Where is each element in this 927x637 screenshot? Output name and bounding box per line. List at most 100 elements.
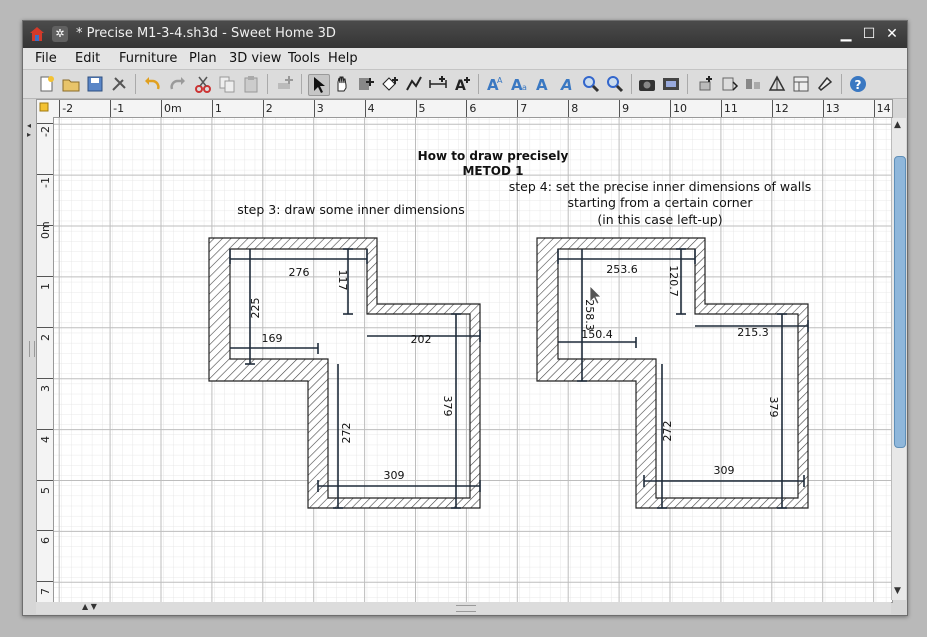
- ruler-tick: [670, 100, 671, 117]
- zoom-out-icon[interactable]: [605, 74, 625, 94]
- create-walls-icon[interactable]: [356, 74, 376, 94]
- left-dim-272[interactable]: 272: [340, 423, 353, 444]
- maximize-icon[interactable]: ☐: [860, 26, 878, 43]
- bottom-split-divider[interactable]: ▲ ▼: [36, 602, 891, 614]
- increase-text-size-icon[interactable]: AA: [485, 74, 505, 94]
- plan-view[interactable]: -2 -1 0m 1 2 3 4 5 6 7 8 9 10 11 12 13 14 -2 -1 0m 1 2 3 4 5 6 7 …: [36, 99, 893, 603]
- ruler-label: 2: [39, 333, 52, 341]
- right-dim-272[interactable]: 272: [661, 421, 674, 442]
- import-texture-icon[interactable]: [719, 74, 739, 94]
- undo-icon[interactable]: [143, 74, 163, 94]
- ruler-label: -1: [39, 177, 52, 189]
- minimize-icon[interactable]: ▁: [837, 26, 855, 43]
- left-dim-276[interactable]: 276: [289, 266, 310, 279]
- import-furniture-icon[interactable]: [695, 74, 715, 94]
- bold-text-icon[interactable]: A: [533, 74, 553, 94]
- scroll-down-icon[interactable]: ▼: [894, 586, 901, 596]
- menu-help[interactable]: Help: [328, 51, 358, 66]
- ruler-tick: [110, 100, 112, 117]
- ruler-label: 0m: [164, 102, 182, 115]
- right-dim-150-4[interactable]: 150.4: [581, 328, 613, 341]
- divider-grip[interactable]: [456, 605, 476, 612]
- menu-furniture[interactable]: Furniture: [119, 51, 177, 66]
- ruler-label: 6: [39, 537, 52, 545]
- ruler-label: 14: [876, 102, 891, 115]
- left-dim-169[interactable]: 169: [262, 332, 283, 345]
- preferences-icon[interactable]: [109, 74, 129, 94]
- right-dim-253-6[interactable]: 253.6: [606, 263, 638, 276]
- right-dim-379[interactable]: 379: [767, 397, 780, 418]
- redo-icon[interactable]: [167, 74, 187, 94]
- plan-drawing[interactable]: How to draw precisely METOD 1 step 3: dr…: [54, 118, 892, 602]
- save-icon[interactable]: [85, 74, 105, 94]
- menu-edit[interactable]: Edit: [75, 51, 100, 66]
- modify-icon[interactable]: [815, 74, 835, 94]
- paste-icon[interactable]: [241, 74, 261, 94]
- ruler-label: 13: [825, 102, 840, 115]
- sweet-home-3d-app-icon[interactable]: [29, 26, 45, 42]
- horizontal-ruler[interactable]: -2 -1 0m 1 2 3 4 5 6 7 8 9 10 11 12 13 14: [53, 100, 892, 118]
- create-video-icon[interactable]: [661, 74, 681, 94]
- ruler-tick: [720, 100, 722, 117]
- open-icon[interactable]: [61, 74, 81, 94]
- window-title: * Precise M1-3-4.sh3d - Sweet Home 3D: [76, 26, 336, 41]
- menu-file[interactable]: File: [35, 51, 57, 66]
- add-furniture-icon[interactable]: [275, 74, 295, 94]
- ruler-tick: [37, 428, 53, 430]
- right-dim-215-3[interactable]: 215.3: [737, 326, 769, 339]
- plan-vertical-scrollbar[interactable]: ▲ ▼: [891, 118, 906, 600]
- select-mode-icon[interactable]: [308, 74, 330, 96]
- create-rooms-icon[interactable]: [380, 74, 400, 94]
- left-dim-202[interactable]: 202: [411, 333, 432, 346]
- left-dim-379[interactable]: 379: [441, 396, 454, 417]
- flip-vertically-icon[interactable]: [767, 74, 787, 94]
- menu-3d-view[interactable]: 3D view: [229, 51, 281, 66]
- scroll-thumb[interactable]: [894, 156, 906, 448]
- create-dimensions-icon[interactable]: [428, 74, 448, 94]
- right-dim-309[interactable]: 309: [714, 464, 735, 477]
- ruler-tick: [568, 100, 570, 117]
- menu-plan[interactable]: Plan: [189, 51, 217, 66]
- left-dim-309[interactable]: 309: [384, 469, 405, 482]
- vertical-ruler[interactable]: -2 -1 0m 1 2 3 4 5 6 7: [37, 117, 54, 602]
- split-pane-arrows-icon[interactable]: ◂ ▸: [27, 121, 31, 139]
- ruler-tick: [211, 100, 213, 117]
- left-dim-117[interactable]: 117: [336, 270, 349, 291]
- right-dim-258-3[interactable]: 258.3: [583, 299, 596, 331]
- split-expand-arrows-icon[interactable]: ▲ ▼: [82, 602, 97, 611]
- italic-text-icon[interactable]: A: [557, 74, 577, 94]
- split-pane-divider[interactable]: [29, 341, 35, 357]
- export-icon[interactable]: [791, 74, 811, 94]
- menu-tools[interactable]: Tools: [288, 51, 320, 66]
- flip-horizontally-icon[interactable]: [743, 74, 763, 94]
- ruler-label: 9: [622, 102, 630, 115]
- new-home-icon[interactable]: [37, 74, 57, 94]
- scroll-up-icon[interactable]: ▲: [894, 120, 901, 130]
- right-dim-120-7[interactable]: 120.7: [667, 265, 680, 297]
- svg-text:?: ?: [855, 78, 862, 92]
- ruler-tick: [37, 275, 53, 277]
- ruler-label: 2: [265, 102, 273, 115]
- ruler-label: -2: [39, 126, 52, 138]
- ruler-tick: [466, 100, 468, 117]
- decrease-text-size-icon[interactable]: Aa: [509, 74, 529, 94]
- zoom-in-icon[interactable]: [581, 74, 601, 94]
- ruler-label: 10: [673, 102, 687, 115]
- toolbar: A AA Aa A A ?: [23, 70, 907, 99]
- ruler-label: 1: [214, 102, 222, 115]
- close-icon[interactable]: ✕: [883, 26, 901, 43]
- create-polylines-icon[interactable]: [404, 74, 424, 94]
- plan-canvas[interactable]: How to draw precisely METOD 1 step 3: dr…: [54, 118, 892, 602]
- app-window: ✲ * Precise M1-3-4.sh3d - Sweet Home 3D …: [22, 20, 908, 616]
- cut-icon[interactable]: [193, 74, 213, 94]
- step3-label: step 3: draw some inner dimensions: [237, 202, 464, 217]
- help-icon[interactable]: ?: [848, 74, 868, 94]
- pan-mode-icon[interactable]: [332, 74, 352, 94]
- left-dim-225[interactable]: 225: [249, 298, 262, 319]
- window-menu-icon[interactable]: ✲: [52, 26, 68, 42]
- copy-icon[interactable]: [217, 74, 237, 94]
- ruler-tick: [771, 100, 773, 117]
- ruler-tick: [262, 100, 264, 117]
- create-labels-icon[interactable]: A: [452, 74, 472, 94]
- create-photo-icon[interactable]: [637, 74, 657, 94]
